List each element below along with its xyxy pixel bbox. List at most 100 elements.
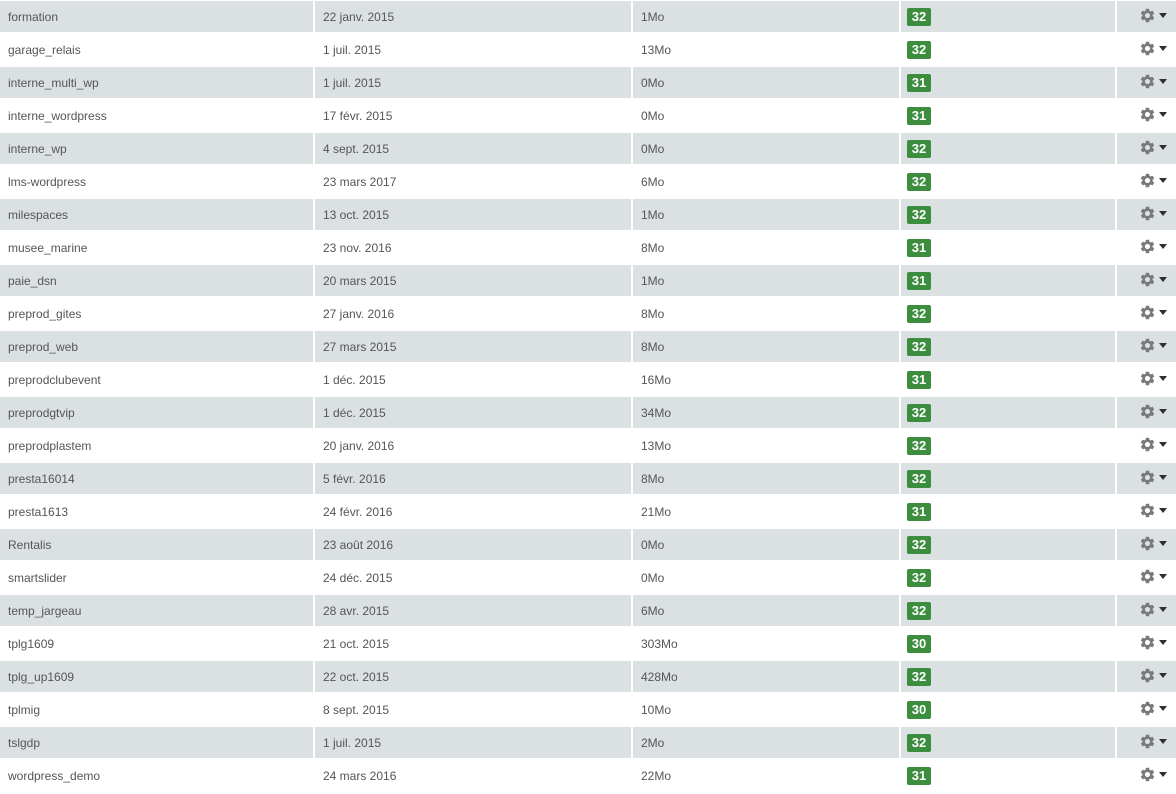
actions-cell	[1117, 165, 1176, 198]
table-row: musee_marine 23 nov. 2016 8Mo 31	[0, 231, 1176, 264]
row-actions-dropdown-button[interactable]	[1139, 171, 1167, 191]
caret-down-icon	[1158, 475, 1167, 481]
database-name: wordpress_demo	[0, 759, 315, 792]
table-row: interne_wordpress 17 févr. 2015 0Mo 31	[0, 99, 1176, 132]
database-size: 8Mo	[633, 330, 901, 363]
database-date: 23 mars 2017	[315, 165, 633, 198]
version-badge: 32	[907, 403, 931, 422]
gear-icon	[1139, 106, 1156, 123]
database-date: 24 déc. 2015	[315, 561, 633, 594]
gear-icon	[1139, 700, 1156, 717]
row-actions-dropdown-button[interactable]	[1139, 369, 1167, 389]
database-date: 24 févr. 2016	[315, 495, 633, 528]
gear-icon	[1139, 205, 1156, 222]
database-size: 0Mo	[633, 528, 901, 561]
caret-down-icon	[1158, 409, 1167, 415]
version-badge: 32	[907, 469, 931, 488]
row-actions-dropdown-button[interactable]	[1139, 105, 1167, 125]
row-actions-dropdown-button[interactable]	[1139, 138, 1167, 158]
database-version-cell: 32	[901, 132, 1117, 165]
gear-icon	[1139, 502, 1156, 519]
version-badge: 32	[907, 436, 931, 455]
database-table-body: formation 22 janv. 2015 1Mo 32 garage_re…	[0, 0, 1176, 792]
row-actions-dropdown-button[interactable]	[1139, 732, 1167, 752]
table-row: temp_jargeau 28 avr. 2015 6Mo 32	[0, 594, 1176, 627]
actions-cell	[1117, 627, 1176, 660]
row-actions-dropdown-button[interactable]	[1139, 6, 1167, 26]
row-actions-dropdown-button[interactable]	[1139, 303, 1167, 323]
row-actions-dropdown-button[interactable]	[1139, 336, 1167, 356]
gear-icon	[1139, 403, 1156, 420]
row-actions-dropdown-button[interactable]	[1139, 633, 1167, 653]
database-date: 1 juil. 2015	[315, 66, 633, 99]
database-date: 1 déc. 2015	[315, 396, 633, 429]
row-actions-dropdown-button[interactable]	[1139, 435, 1167, 455]
caret-down-icon	[1158, 79, 1167, 85]
database-size: 34Mo	[633, 396, 901, 429]
row-actions-dropdown-button[interactable]	[1139, 237, 1167, 257]
gear-icon	[1139, 73, 1156, 90]
database-size: 10Mo	[633, 693, 901, 726]
database-name: lms-wordpress	[0, 165, 315, 198]
database-size: 2Mo	[633, 726, 901, 759]
actions-cell	[1117, 363, 1176, 396]
database-date: 1 déc. 2015	[315, 363, 633, 396]
database-name: preprod_gites	[0, 297, 315, 330]
table-row: interne_multi_wp 1 juil. 2015 0Mo 31	[0, 66, 1176, 99]
row-actions-dropdown-button[interactable]	[1139, 72, 1167, 92]
row-actions-dropdown-button[interactable]	[1139, 204, 1167, 224]
row-actions-dropdown-button[interactable]	[1139, 39, 1167, 59]
database-version-cell: 31	[901, 363, 1117, 396]
table-row: milespaces 13 oct. 2015 1Mo 32	[0, 198, 1176, 231]
gear-icon	[1139, 469, 1156, 486]
database-size: 1Mo	[633, 264, 901, 297]
actions-cell	[1117, 132, 1176, 165]
database-size: 22Mo	[633, 759, 901, 792]
caret-down-icon	[1158, 244, 1167, 250]
row-actions-dropdown-button[interactable]	[1139, 600, 1167, 620]
actions-cell	[1117, 198, 1176, 231]
database-version-cell: 32	[901, 297, 1117, 330]
caret-down-icon	[1158, 772, 1167, 778]
database-name: musee_marine	[0, 231, 315, 264]
table-row: preprodgtvip 1 déc. 2015 34Mo 32	[0, 396, 1176, 429]
row-actions-dropdown-button[interactable]	[1139, 402, 1167, 422]
database-size: 6Mo	[633, 165, 901, 198]
row-actions-dropdown-button[interactable]	[1139, 534, 1167, 554]
version-badge: 31	[907, 370, 931, 389]
database-size: 0Mo	[633, 132, 901, 165]
database-name: preprodgtvip	[0, 396, 315, 429]
actions-cell	[1117, 561, 1176, 594]
caret-down-icon	[1158, 145, 1167, 151]
database-size: 8Mo	[633, 462, 901, 495]
database-version-cell: 30	[901, 693, 1117, 726]
row-actions-dropdown-button[interactable]	[1139, 567, 1167, 587]
database-name: tplg_up1609	[0, 660, 315, 693]
row-actions-dropdown-button[interactable]	[1139, 501, 1167, 521]
database-date: 22 oct. 2015	[315, 660, 633, 693]
database-version-cell: 31	[901, 495, 1117, 528]
table-row: paie_dsn 20 mars 2015 1Mo 31	[0, 264, 1176, 297]
database-name: paie_dsn	[0, 264, 315, 297]
row-actions-dropdown-button[interactable]	[1139, 468, 1167, 488]
version-badge: 32	[907, 535, 931, 554]
database-date: 20 mars 2015	[315, 264, 633, 297]
gear-icon	[1139, 370, 1156, 387]
version-badge: 31	[907, 73, 931, 92]
caret-down-icon	[1158, 640, 1167, 646]
database-name: interne_multi_wp	[0, 66, 315, 99]
database-name: interne_wp	[0, 132, 315, 165]
table-row: tplg1609 21 oct. 2015 303Mo 30	[0, 627, 1176, 660]
caret-down-icon	[1158, 376, 1167, 382]
gear-icon	[1139, 337, 1156, 354]
version-badge: 32	[907, 7, 931, 26]
gear-icon	[1139, 733, 1156, 750]
actions-cell	[1117, 660, 1176, 693]
row-actions-dropdown-button[interactable]	[1139, 270, 1167, 290]
database-name: interne_wordpress	[0, 99, 315, 132]
row-actions-dropdown-button[interactable]	[1139, 666, 1167, 686]
database-date: 23 août 2016	[315, 528, 633, 561]
actions-cell	[1117, 99, 1176, 132]
row-actions-dropdown-button[interactable]	[1139, 765, 1167, 785]
row-actions-dropdown-button[interactable]	[1139, 699, 1167, 719]
